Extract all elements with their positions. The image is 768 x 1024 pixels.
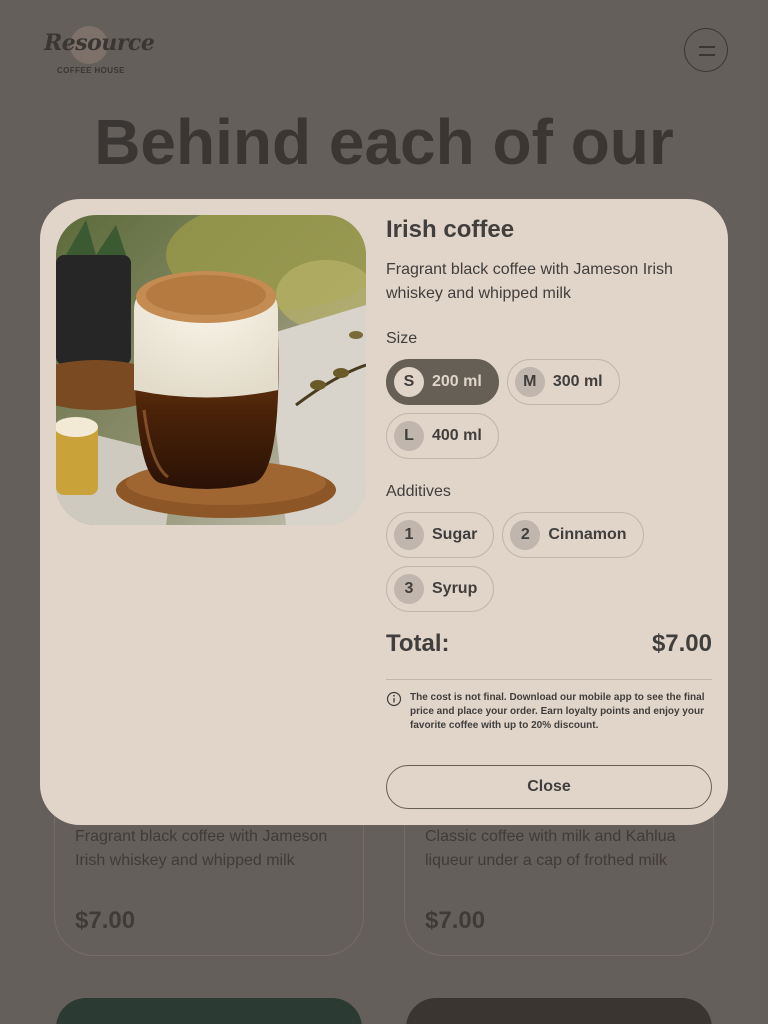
logo-subtitle: COFFEE HOUSE — [57, 66, 125, 75]
info-icon — [386, 691, 402, 707]
size-tab-label: 200 ml — [432, 373, 482, 390]
menu-card-description: Classic coffee with milk and Kahlua liqu… — [425, 828, 676, 869]
additive-tabs: 1 Sugar 2 Cinnamon 3 Syrup — [386, 512, 712, 612]
price-note: The cost is not final. Download our mobi… — [386, 691, 712, 733]
burger-menu-button[interactable] — [684, 28, 728, 72]
additive-tab-label: Syrup — [432, 580, 478, 597]
additive-tab-label: Cinnamon — [548, 526, 627, 543]
burger-line — [699, 54, 715, 56]
irish-coffee-photo — [56, 215, 366, 525]
additive-tab-label: Sugar — [432, 526, 478, 543]
product-title: Irish coffee — [386, 216, 515, 243]
additive-tab-cinnamon[interactable]: 2 Cinnamon — [502, 512, 644, 558]
page-heading: Behind each of our — [94, 106, 674, 178]
additive-tab-syrup[interactable]: 3 Syrup — [386, 566, 495, 612]
additive-badge: 2 — [510, 520, 541, 550]
size-tab-label: 300 ml — [552, 373, 603, 390]
additive-badge: 1 — [394, 520, 424, 550]
burger-menu-icon — [699, 46, 715, 48]
menu-card-price: $7.00 — [425, 907, 486, 934]
logo[interactable]: Resource COFFEE HOUSE — [44, 24, 155, 80]
total-label: Total: — [386, 630, 450, 657]
logo-wordmark: Resource — [44, 30, 155, 56]
product-description: Fragrant black coffee with Jameson Irish… — [386, 261, 673, 302]
size-badge: L — [394, 421, 424, 451]
menu-card-price: $7.00 — [75, 907, 136, 934]
size-badge: S — [394, 367, 424, 397]
size-tabs: S 200 ml M 300 ml L 400 ml — [386, 359, 712, 459]
menu-card-image[interactable] — [406, 998, 712, 1024]
size-tab-m[interactable]: M 300 ml — [506, 359, 620, 405]
total-row: Total: $7.00 — [386, 627, 712, 661]
product-info: Irish coffee Fragrant black coffee with … — [386, 215, 712, 612]
divider — [386, 679, 712, 680]
additive-tab-sugar[interactable]: 1 Sugar — [386, 512, 495, 558]
close-button[interactable]: Close — [386, 765, 712, 809]
additives-label: Additives — [386, 483, 451, 500]
price-note-text: The cost is not final. Download our mobi… — [410, 692, 705, 731]
size-badge: M — [514, 367, 545, 397]
size-tab-l[interactable]: L 400 ml — [386, 413, 499, 459]
size-label: Size — [386, 330, 418, 347]
product-photo — [56, 215, 366, 525]
total-price: $7.00 — [651, 630, 712, 657]
menu-card-image[interactable] — [56, 998, 362, 1024]
product-modal: Irish coffee Fragrant black coffee with … — [40, 199, 728, 825]
size-tab-label: 400 ml — [432, 427, 482, 444]
size-tab-s[interactable]: S 200 ml — [386, 359, 499, 405]
additive-badge: 3 — [394, 574, 424, 604]
menu-card-description: Fragrant black coffee with Jameson Irish… — [75, 828, 328, 869]
